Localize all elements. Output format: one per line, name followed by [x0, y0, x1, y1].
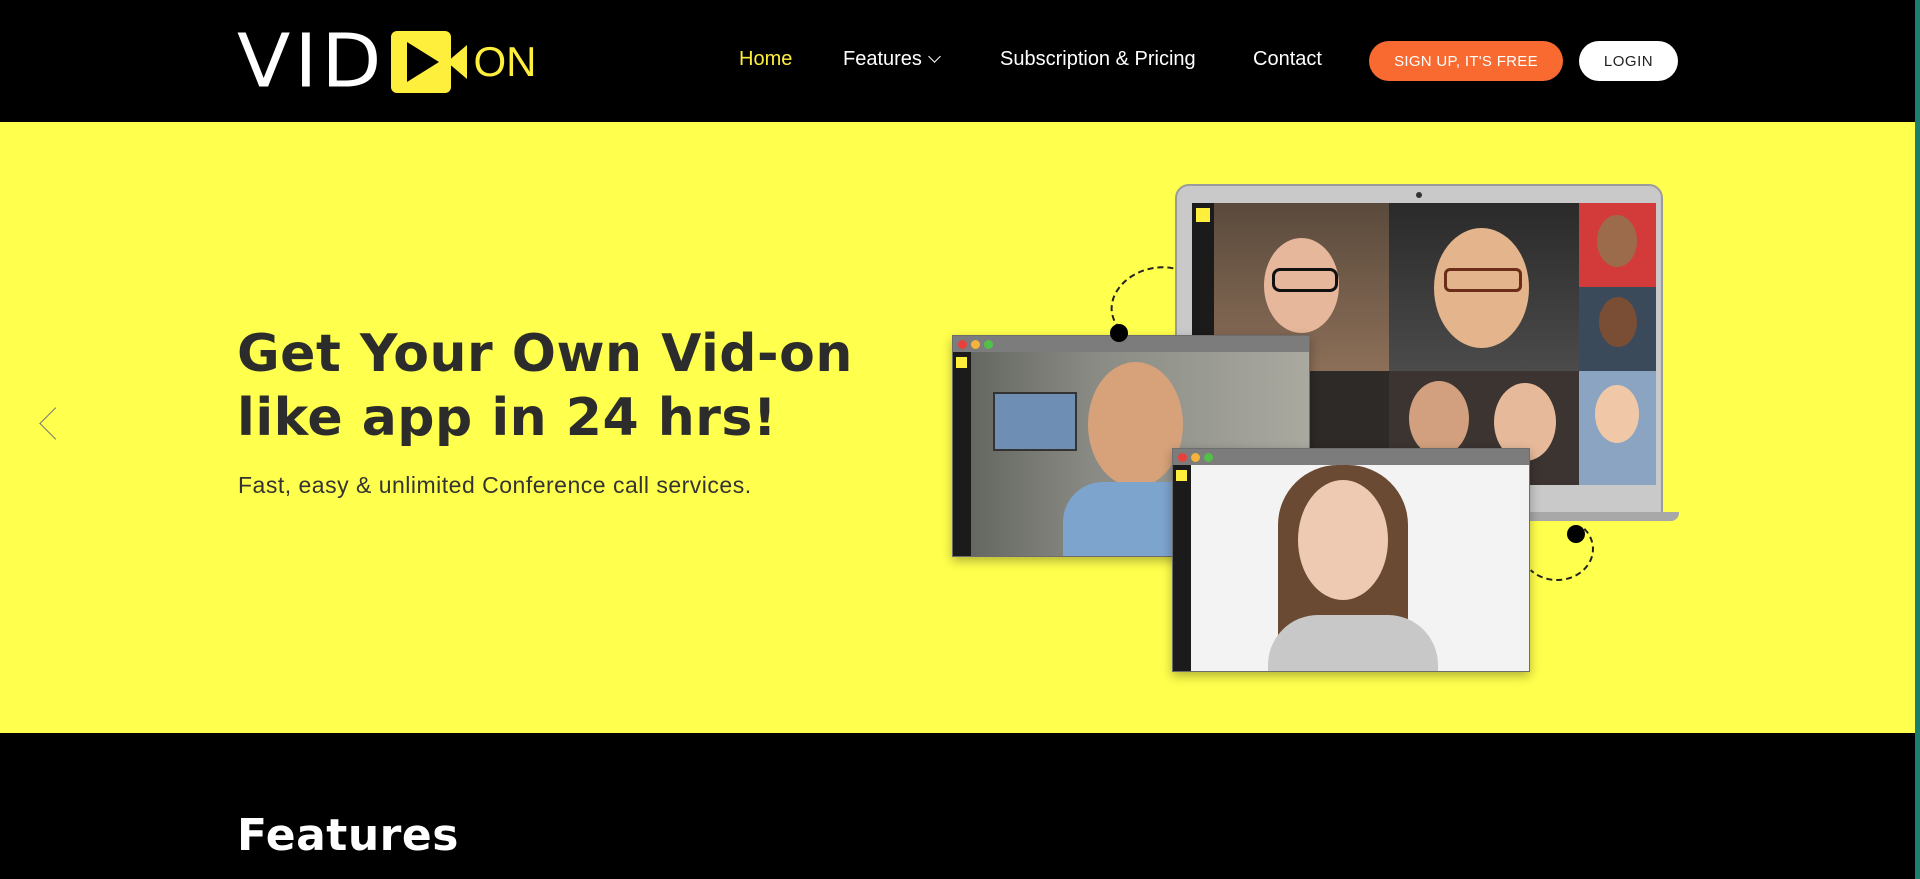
camera-play-icon [391, 31, 468, 93]
login-button[interactable]: LOGIN [1579, 41, 1678, 81]
connector-dot [1110, 324, 1128, 342]
connector-dot [1567, 525, 1585, 543]
nav-features[interactable]: Features [843, 48, 941, 71]
site-header: VID ON Home Features Subscription & Pric… [0, 0, 1915, 122]
signup-button[interactable]: SIGN UP, IT'S FREE [1369, 41, 1563, 81]
logo-text-on: ON [473, 38, 537, 85]
features-heading: Features [237, 810, 459, 861]
hero-banner: Get Your Own Vid-on like app in 24 hrs! … [0, 122, 1915, 733]
logo[interactable]: VID ON [237, 19, 537, 105]
nav-features-label: Features [843, 48, 922, 70]
nav-contact[interactable]: Contact [1253, 48, 1322, 71]
video-call-window-2 [1172, 448, 1530, 672]
hero-subtitle: Fast, easy & unlimited Conference call s… [238, 472, 752, 498]
nav-home[interactable]: Home [739, 48, 792, 71]
chevron-down-icon [928, 50, 941, 63]
chevron-left-icon[interactable] [39, 407, 72, 440]
hero-title: Get Your Own Vid-on like app in 24 hrs! [237, 324, 853, 448]
scrollbar[interactable] [1915, 0, 1920, 879]
logo-text-vid: VID [237, 19, 386, 105]
nav-subscription-pricing[interactable]: Subscription & Pricing [1000, 48, 1196, 71]
